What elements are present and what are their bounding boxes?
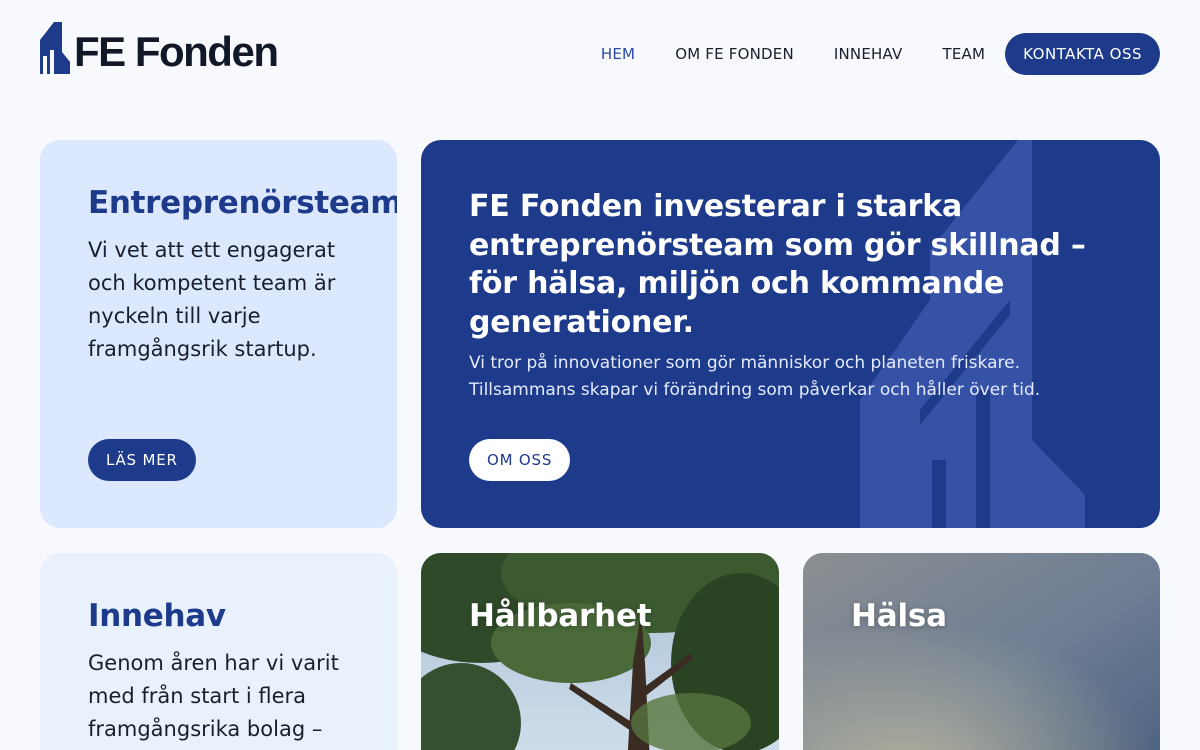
card-body: Vi vet att ett engagerat och kompetent t… — [88, 238, 336, 361]
card-title: Entreprenörsteam — [88, 185, 397, 221]
about-us-button[interactable]: OM OSS — [469, 439, 571, 481]
forest-photo — [421, 553, 779, 750]
hallbarhet-card[interactable]: Hållbarhet — [421, 553, 779, 750]
innehav-card[interactable]: Innehav Genom åren har vi varit med från… — [40, 553, 397, 750]
card-title: Hälsa — [851, 598, 947, 634]
main-nav: HEM OM FE FONDEN INNEHAV TEAM KONTAKTA O… — [561, 33, 1160, 75]
hero-subtitle: Vi tror på innovationer som gör människo… — [469, 353, 1041, 400]
hero-title: FE Fonden investerar i starka entreprenö… — [469, 189, 1086, 340]
card-body: Genom åren har vi varit med från start i… — [88, 651, 339, 741]
site-header: FE Fonden HEM OM FE FONDEN INNEHAV TEAM … — [0, 0, 1200, 110]
logo-wordmark: FE Fonden — [74, 28, 279, 75]
card-title: Innehav — [88, 598, 226, 634]
read-more-button[interactable]: LÄS MER — [88, 439, 196, 481]
entreprenorsteam-card: Entreprenörsteam Vi vet att ett engagera… — [40, 140, 397, 528]
hero-card: FE Fonden investerar i starka entreprenö… — [421, 140, 1160, 528]
sky-photo — [803, 553, 1160, 750]
halsa-card[interactable]: Hälsa — [803, 553, 1160, 750]
logo[interactable]: FE Fonden — [40, 18, 279, 75]
nav-hem[interactable]: HEM — [601, 33, 635, 75]
contact-button[interactable]: KONTAKTA OSS — [1005, 33, 1160, 75]
nav-team[interactable]: TEAM — [942, 33, 985, 75]
card-title: Hållbarhet — [469, 598, 652, 634]
logo-mark-icon — [40, 22, 70, 74]
nav-om-fe-fonden[interactable]: OM FE FONDEN — [675, 33, 794, 75]
nav-innehav[interactable]: INNEHAV — [834, 33, 903, 75]
